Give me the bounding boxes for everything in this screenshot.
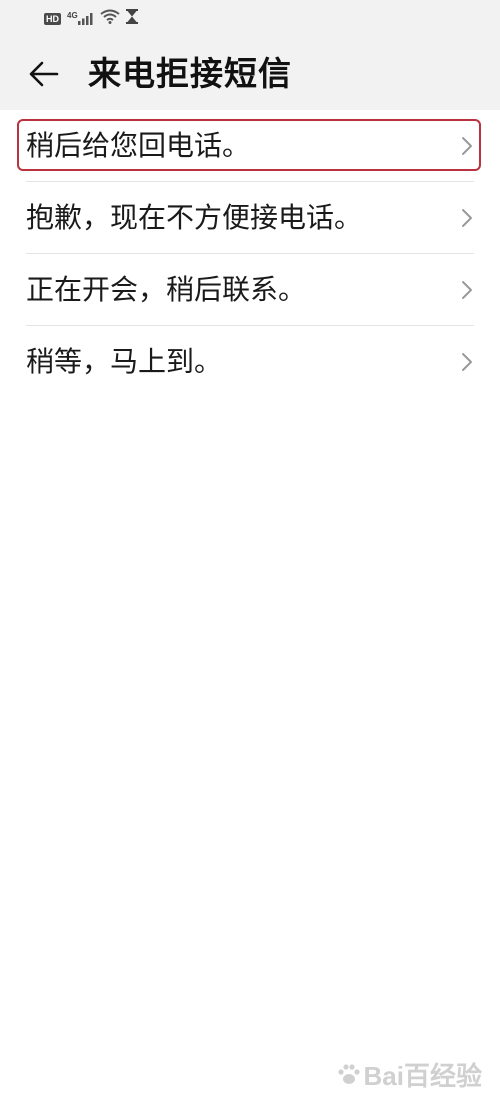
message-label: 稍等，马上到。 bbox=[26, 345, 223, 378]
chevron-right-icon bbox=[462, 281, 472, 299]
wifi-icon bbox=[100, 9, 120, 28]
hd-icon: HD bbox=[44, 12, 61, 25]
back-arrow-icon bbox=[29, 61, 59, 87]
status-icons: HD 4G bbox=[44, 9, 138, 28]
network-type-label: 4G bbox=[67, 11, 78, 20]
watermark-text: Bai百经验 bbox=[363, 1061, 482, 1091]
paw-logo-icon bbox=[337, 1063, 360, 1084]
back-button[interactable] bbox=[24, 54, 64, 94]
message-label: 稍后给您回电话。 bbox=[26, 129, 251, 162]
message-item-in-meeting[interactable]: 正在开会，稍后联系。 bbox=[0, 254, 500, 326]
page-title: 来电拒接短信 bbox=[88, 54, 292, 93]
message-label: 抱歉，现在不方便接电话。 bbox=[26, 201, 363, 234]
message-label: 正在开会，稍后联系。 bbox=[26, 273, 307, 306]
signal-icon: 4G bbox=[67, 11, 94, 25]
message-item-busy-now[interactable]: 抱歉，现在不方便接电话。 bbox=[0, 182, 500, 254]
chevron-right-icon bbox=[462, 209, 472, 227]
chevron-right-icon bbox=[462, 137, 472, 155]
header: 来电拒接短信 bbox=[0, 38, 500, 110]
watermark: Bai百经验 bbox=[336, 1056, 482, 1093]
chevron-right-icon bbox=[462, 353, 472, 371]
reject-message-list: 稍后给您回电话。 抱歉，现在不方便接电话。 正在开会，稍后联系。 稍等，马上到。 bbox=[0, 110, 500, 398]
hourglass-icon bbox=[125, 9, 138, 28]
message-item-on-my-way[interactable]: 稍等，马上到。 bbox=[0, 326, 500, 398]
message-item-call-back-later[interactable]: 稍后给您回电话。 bbox=[0, 110, 500, 182]
status-bar: HD 4G bbox=[0, 0, 500, 38]
